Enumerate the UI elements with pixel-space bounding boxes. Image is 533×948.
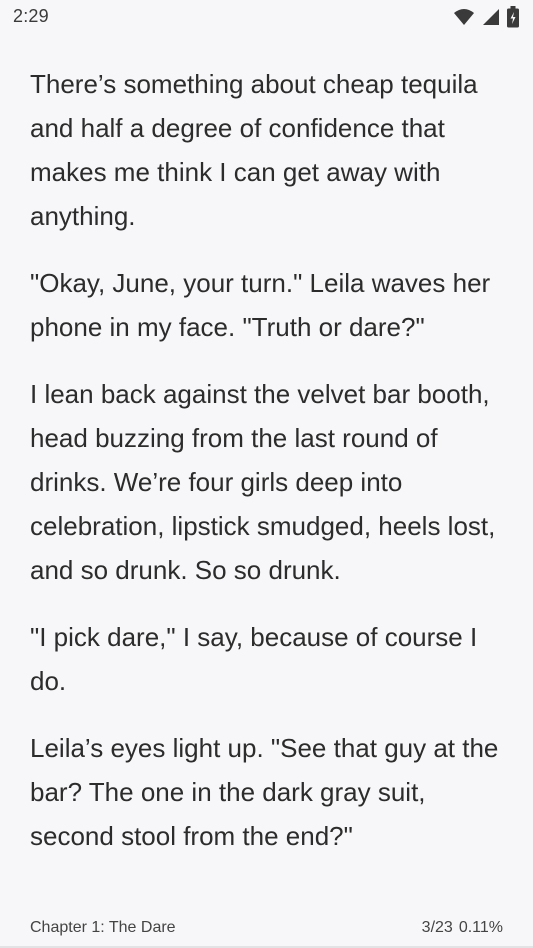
- page-indicator: 3/23: [421, 919, 453, 936]
- chapter-title: Chapter 1: The Dare: [30, 919, 176, 936]
- status-time: 2:29: [13, 6, 49, 26]
- reader-footer: Chapter 1: The Dare 3/23 0.11%: [30, 917, 503, 939]
- wifi-icon: [453, 7, 475, 27]
- signal-icon: [481, 7, 501, 27]
- progress-percent: 0.11%: [458, 919, 503, 936]
- paragraph: "I pick dare," I say, because of course …: [30, 622, 478, 696]
- status-bar: 2:29: [0, 0, 533, 36]
- paragraph: Leila’s eyes light up. "See that guy at …: [30, 733, 499, 851]
- paragraph: I lean back against the velvet bar booth…: [30, 379, 496, 585]
- reading-progress: 3/23 0.11%: [422, 919, 503, 937]
- status-icons: [453, 6, 519, 28]
- paragraph: "Okay, June, your turn." Leila waves her…: [30, 268, 491, 342]
- reader-content[interactable]: There’s something about cheap tequila an…: [30, 62, 508, 881]
- paragraph: There’s something about cheap tequila an…: [30, 69, 478, 231]
- battery-charging-icon: [507, 6, 519, 28]
